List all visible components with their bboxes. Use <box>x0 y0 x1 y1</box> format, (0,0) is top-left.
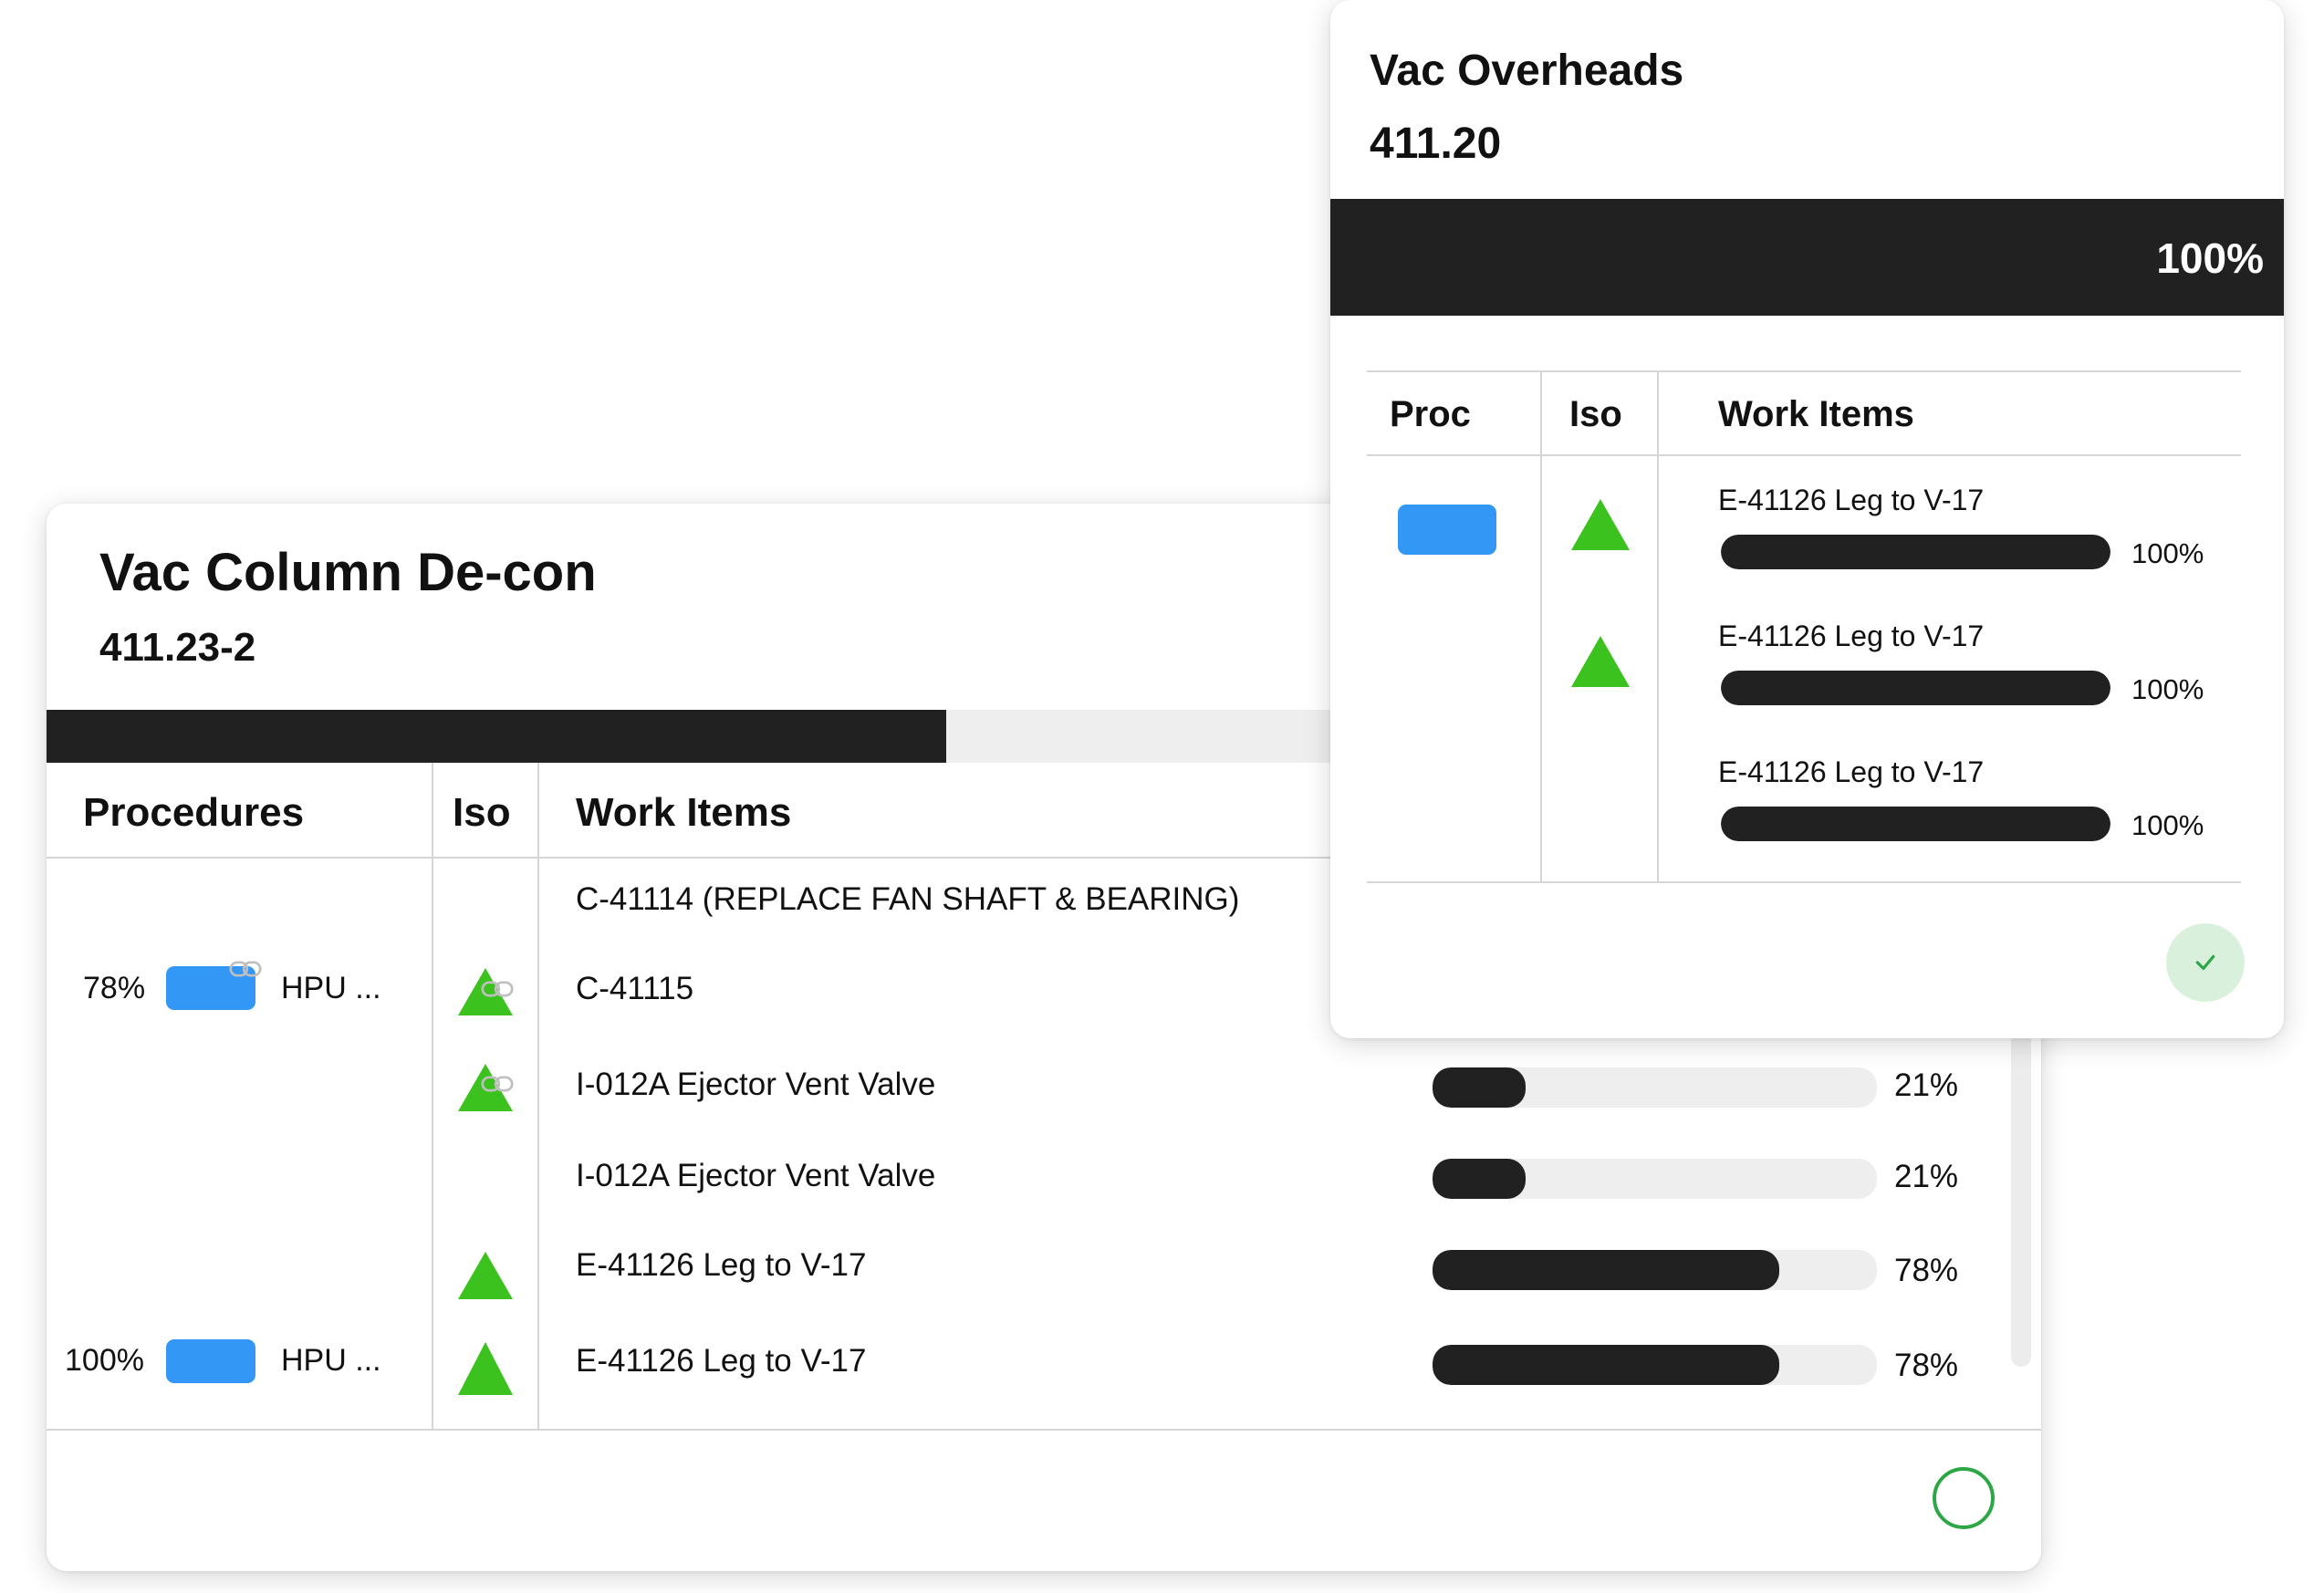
work-item-progress-bar <box>1433 1159 1877 1199</box>
overall-progress-fill <box>47 710 946 763</box>
work-item-percent: 100% <box>2131 673 2204 705</box>
work-item-progress-fill <box>1433 1345 1779 1385</box>
work-item-progress-bar <box>1721 807 2110 841</box>
checkmark-icon <box>2195 954 2215 971</box>
work-item-progress-fill <box>1721 807 2110 841</box>
work-item-percent: 100% <box>2131 537 2204 569</box>
vac-overheads-card[interactable]: Vac Overheads 411.20 100% Proc Iso Work … <box>1330 0 2284 1038</box>
work-item-progress-bar <box>1433 1067 1877 1108</box>
card-code: 411.23-2 <box>99 625 256 670</box>
work-item-percent: 78% <box>1894 1348 1959 1383</box>
work-item-name: C-41114 (REPLACE FAN SHAFT & BEARING) <box>576 881 1240 917</box>
work-item-progress-fill <box>1721 535 2110 569</box>
overall-progress-label: 100% <box>2156 234 2264 282</box>
iso-triangle-icon[interactable] <box>458 1252 513 1299</box>
procedure-button[interactable] <box>1398 505 1496 555</box>
work-item-percent: 21% <box>1894 1067 1959 1103</box>
card-code: 411.20 <box>1370 120 1502 168</box>
work-item-name: I-012A Ejector Vent Valve <box>576 1158 936 1193</box>
procedure-label: HPU ... <box>281 971 381 1005</box>
column-divider <box>1540 370 1542 881</box>
column-divider <box>537 763 539 1431</box>
circle-outline-icon[interactable] <box>1933 1467 1995 1529</box>
work-item-name: E-41126 Leg to V-17 <box>1718 755 1985 788</box>
iso-header: Iso <box>1569 394 1622 434</box>
footer-divider <box>47 1429 2041 1431</box>
iso-triangle-icon[interactable] <box>458 1342 513 1395</box>
header-divider <box>1367 454 2241 456</box>
link-icon <box>229 961 262 977</box>
link-icon <box>481 1076 514 1092</box>
work-item-name: E-41126 Leg to V-17 <box>576 1247 867 1283</box>
work-item-percent: 100% <box>2131 809 2204 841</box>
proc-header: Proc <box>1390 394 1471 434</box>
work-item-progress-bar <box>1721 535 2110 569</box>
work-item-name: E-41126 Leg to V-17 <box>1718 484 1985 516</box>
procedure-label: HPU ... <box>281 1343 381 1378</box>
table-bottom-divider <box>1367 881 2241 883</box>
work-items-header: Work Items <box>1718 394 1914 434</box>
link-icon <box>481 981 514 997</box>
work-item-progress-bar <box>1433 1345 1877 1385</box>
column-divider <box>432 763 433 1431</box>
procedure-percent: 78% <box>83 971 146 1005</box>
overall-progress-fill <box>1330 199 2284 316</box>
procedures-header: Procedures <box>83 790 305 835</box>
procedure-percent: 100% <box>65 1343 144 1378</box>
work-item-progress-fill <box>1433 1159 1527 1199</box>
work-item-progress-fill <box>1433 1250 1779 1290</box>
table-top-divider <box>1367 370 2241 372</box>
column-divider <box>1657 370 1659 881</box>
iso-triangle-icon[interactable] <box>1571 499 1630 550</box>
overall-progress-bar: 100% <box>1330 199 2284 316</box>
procedure-button[interactable] <box>166 1339 255 1383</box>
work-item-progress-fill <box>1433 1067 1527 1108</box>
work-item-progress-bar <box>1721 671 2110 705</box>
work-item-progress-bar <box>1433 1250 1877 1290</box>
work-items-header: Work Items <box>576 790 792 835</box>
iso-triangle-icon[interactable] <box>1571 636 1630 687</box>
work-item-name: C-41115 <box>576 971 694 1006</box>
card-title: Vac Overheads <box>1370 47 1684 95</box>
scrollbar[interactable] <box>2011 1002 2031 1367</box>
card-title: Vac Column De-con <box>99 543 597 602</box>
iso-header: Iso <box>453 790 511 835</box>
work-item-percent: 21% <box>1894 1159 1959 1194</box>
work-item-name: I-012A Ejector Vent Valve <box>576 1067 936 1102</box>
complete-status-button[interactable] <box>2166 923 2245 1002</box>
work-item-percent: 78% <box>1894 1253 1959 1288</box>
work-item-name: E-41126 Leg to V-17 <box>576 1343 867 1379</box>
work-item-name: E-41126 Leg to V-17 <box>1718 620 1985 652</box>
work-item-progress-fill <box>1721 671 2110 705</box>
overall-progress-bar <box>47 710 1370 763</box>
